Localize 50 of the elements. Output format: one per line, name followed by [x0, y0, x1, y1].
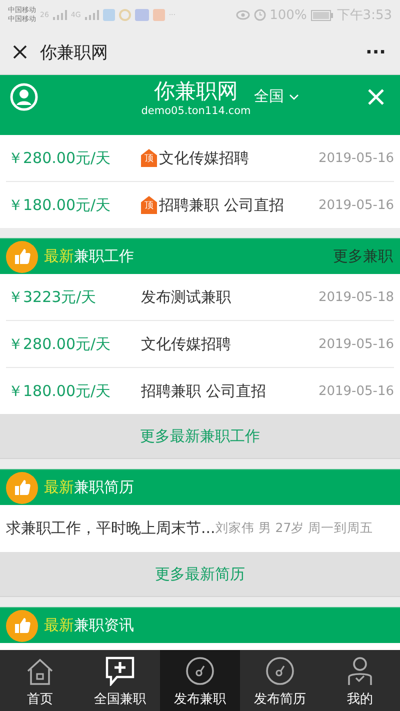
close-icon[interactable] [13, 45, 27, 59]
thumbs-up-icon [6, 610, 38, 642]
job-title[interactable]: 发布测试兼职 [141, 288, 318, 306]
gauge-icon [265, 656, 295, 686]
user-icon[interactable] [10, 83, 38, 111]
job-wage: ￥180.00元/天 [7, 382, 112, 400]
signal-icon [52, 10, 67, 20]
eye-icon [236, 10, 250, 20]
job-title[interactable]: 招聘兼职 公司直招 [141, 382, 318, 400]
tab-item[interactable]: 首页 [0, 650, 80, 711]
resume-title[interactable]: 求兼职工作，平时晚上周末节... [6, 519, 216, 538]
top-badge: 顶 [141, 196, 157, 214]
tab-item[interactable]: 我的 [320, 650, 400, 711]
page-title: 你兼职网 [40, 42, 108, 64]
tab-item[interactable]: 全国兼职 [80, 650, 160, 711]
signal-icon [84, 10, 99, 20]
gauge-icon [185, 656, 215, 686]
alarm-icon [254, 9, 266, 21]
site-title: 你兼职网 [154, 78, 238, 105]
menu-button[interactable]: ··· [365, 42, 386, 62]
job-wage: ￥3223元/天 [7, 288, 98, 306]
post-date: 2019-05-16 [318, 384, 394, 398]
job-wage: ￥280.00元/天 [7, 334, 112, 354]
post-date: 2019-05-18 [318, 290, 394, 304]
battery-icon [310, 10, 333, 20]
post-date: 2019-05-16 [318, 336, 394, 352]
job-title[interactable]: 文化传媒招聘 [141, 334, 318, 354]
home-icon [25, 658, 55, 686]
job-title[interactable]: 文化传媒招聘 [159, 148, 249, 168]
site-url: demo05.ton114.com [141, 105, 251, 117]
job-wage: ￥180.00元/天 [7, 196, 112, 214]
app-icon [152, 9, 165, 21]
job-title[interactable]: 招聘兼职 公司直招 [159, 196, 284, 214]
caret-icon [289, 94, 299, 100]
resume-details: 刘家伟 男 27岁 周一到周五 [215, 520, 374, 537]
app-icon [102, 9, 115, 21]
tab-item[interactable]: 发布兼职 [160, 650, 240, 711]
top-badge: 顶 [141, 149, 157, 167]
section-title: 最新兼职资讯 [44, 616, 134, 635]
app-icon [118, 9, 131, 21]
post-date: 2019-05-16 [318, 150, 394, 166]
add-message-icon [105, 656, 135, 686]
post-date: 2019-05-16 [318, 198, 394, 212]
app-icon [134, 9, 149, 21]
section-title: 最新兼职简历 [44, 478, 134, 497]
job-wage: ￥280.00元/天 [7, 148, 112, 168]
section-title: 最新兼职工作 [44, 247, 134, 266]
tab-item[interactable]: 发布简历 [240, 650, 320, 711]
user-icon [345, 656, 375, 686]
more-link[interactable]: 更多兼职 [333, 247, 393, 266]
